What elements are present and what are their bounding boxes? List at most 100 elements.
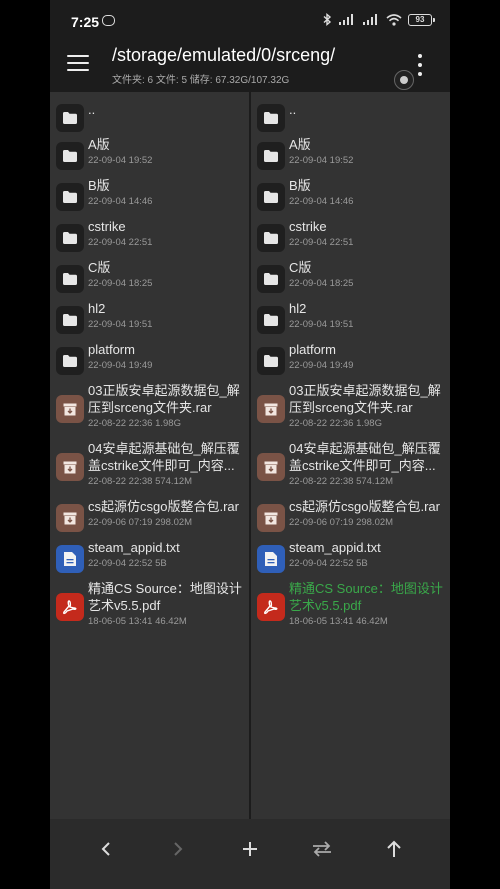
battery-level: 93 <box>415 15 425 24</box>
archive-icon <box>63 461 77 473</box>
folder-icon <box>264 112 278 124</box>
folder-row[interactable]: platform 22-09-04 19:49 <box>251 341 450 382</box>
file-name: hl2 <box>88 301 106 316</box>
pdf-icon-badge <box>56 593 84 621</box>
file-meta: 22-09-04 14:46 <box>88 196 153 207</box>
file-meta: 22-08-22 22:36 1.98G <box>88 418 181 429</box>
folder-icon-badge <box>257 265 285 293</box>
folder-row[interactable]: .. <box>251 98 450 136</box>
bluetooth-icon <box>323 13 332 26</box>
signal-hd-icon-2 <box>363 13 377 25</box>
folder-row[interactable]: cstrike 22-09-04 22:51 <box>251 218 450 259</box>
file-meta: 22-09-04 18:25 <box>88 278 153 289</box>
battery-icon: 93 <box>408 13 435 26</box>
file-meta: 18-06-05 13:41 46.42M <box>289 616 388 627</box>
folder-icon-badge <box>257 224 285 252</box>
folder-row[interactable]: C版 22-09-04 18:25 <box>50 259 249 300</box>
file-row[interactable]: 精通CS Source：地图设计艺术v5.5.pdf 18-06-05 13:41… <box>251 580 450 638</box>
folder-icon-badge <box>56 265 84 293</box>
file-meta: 22-09-04 19:51 <box>289 319 354 330</box>
file-name: B版 <box>289 178 311 193</box>
file-row[interactable]: cs起源仿csgo版整合包.rar 22-09-06 07:19 298.02M <box>50 498 249 539</box>
file-name: .. <box>88 102 96 117</box>
file-meta: 22-09-04 14:46 <box>289 196 354 207</box>
file-row[interactable]: cs起源仿csgo版整合包.rar 22-09-06 07:19 298.02M <box>251 498 450 539</box>
file-row[interactable]: 04安卓起源基础包_解压覆盖cstrike文件即可_内容... 22-08-22 … <box>251 440 450 498</box>
rar-icon-badge <box>257 504 285 532</box>
folder-icon-badge <box>56 142 84 170</box>
current-path: /storage/emulated/0/srceng/ <box>112 45 336 65</box>
left-file-pane[interactable]: .. A版 22-09-04 19:52 B版 22-09-04 14:46 cstrik… <box>50 92 251 819</box>
folder-icon-badge <box>56 306 84 334</box>
menu-button[interactable] <box>66 52 90 74</box>
file-name: B版 <box>88 178 110 193</box>
rar-icon-badge <box>257 453 285 481</box>
file-row[interactable]: 03正版安卓起源数据包_解压到srceng文件夹.rar 22-08-22 22:… <box>251 382 450 440</box>
file-name: 精通CS Source：地图设计艺术v5.5.pdf <box>88 581 242 613</box>
add-button[interactable] <box>230 829 270 869</box>
menu-icon-line <box>67 55 89 57</box>
text-file-icon <box>265 552 277 566</box>
txt-icon-badge <box>56 545 84 573</box>
swap-panes-button[interactable] <box>302 829 342 869</box>
folder-icon <box>63 273 77 285</box>
folder-row[interactable]: B版 22-09-04 14:46 <box>251 177 450 218</box>
file-name: 04安卓起源基础包_解压覆盖cstrike文件即可_内容... <box>88 441 240 473</box>
parent-dir-button[interactable] <box>374 829 414 869</box>
file-meta: 22-09-04 19:52 <box>88 155 153 166</box>
file-row[interactable]: 03正版安卓起源数据包_解压到srceng文件夹.rar 22-08-22 22:… <box>50 382 249 440</box>
folder-icon <box>264 273 278 285</box>
folder-row[interactable]: .. <box>50 98 249 136</box>
swap-icon <box>313 841 331 857</box>
file-meta: 22-09-04 19:49 <box>289 360 354 371</box>
more-options-button[interactable] <box>416 54 424 76</box>
folder-row[interactable]: hl2 22-09-04 19:51 <box>50 300 249 341</box>
folder-icon <box>63 191 77 203</box>
archive-icon <box>63 403 77 415</box>
folder-row[interactable]: C版 22-09-04 18:25 <box>251 259 450 300</box>
file-meta: 22-08-22 22:36 1.98G <box>289 418 382 429</box>
folder-row[interactable]: cstrike 22-09-04 22:51 <box>50 218 249 259</box>
back-button[interactable] <box>86 829 126 869</box>
pdf-icon <box>264 599 278 614</box>
file-name: cstrike <box>289 219 327 234</box>
folder-icon-badge <box>257 306 285 334</box>
file-row[interactable]: steam_appid.txt 22-09-04 22:52 5B <box>251 539 450 580</box>
text-file-icon <box>64 552 76 566</box>
file-row[interactable]: 精通CS Source：地图设计艺术v5.5.pdf 18-06-05 13:41… <box>50 580 249 638</box>
file-meta: 22-09-04 22:52 5B <box>88 558 167 569</box>
folder-row[interactable]: B版 22-09-04 14:46 <box>50 177 249 218</box>
folder-row[interactable]: A版 22-09-04 19:52 <box>50 136 249 177</box>
storage-info: 文件夹: 6 文件: 5 储存: 67.32G/107.32G <box>112 75 290 86</box>
file-meta: 22-09-04 19:51 <box>88 319 153 330</box>
file-name: cs起源仿csgo版整合包.rar <box>88 499 239 514</box>
folder-row[interactable]: platform 22-09-04 19:49 <box>50 341 249 382</box>
folder-icon-badge <box>56 104 84 132</box>
folder-icon <box>63 112 77 124</box>
file-name: A版 <box>289 137 311 152</box>
file-meta: 22-09-04 18:25 <box>289 278 354 289</box>
notification-app-icon <box>102 15 115 26</box>
file-name: .. <box>289 102 297 117</box>
folder-row[interactable]: hl2 22-09-04 19:51 <box>251 300 450 341</box>
menu-icon-line <box>67 62 89 64</box>
file-name: 03正版安卓起源数据包_解压到srceng文件夹.rar <box>289 383 441 415</box>
pdf-icon <box>63 599 77 614</box>
forward-button[interactable] <box>158 829 198 869</box>
file-row[interactable]: 04安卓起源基础包_解压覆盖cstrike文件即可_内容... 22-08-22 … <box>50 440 249 498</box>
archive-icon <box>264 403 278 415</box>
more-dot <box>418 63 422 67</box>
dual-pane-container: .. A版 22-09-04 19:52 B版 22-09-04 14:46 cstrik… <box>50 92 450 819</box>
file-name: platform <box>88 342 135 357</box>
file-meta: 22-08-22 22:38 574.12M <box>88 476 193 487</box>
folder-row[interactable]: A版 22-09-04 19:52 <box>251 136 450 177</box>
txt-icon-badge <box>257 545 285 573</box>
file-name: platform <box>289 342 336 357</box>
file-meta: 22-09-04 19:52 <box>289 155 354 166</box>
folder-icon <box>63 314 77 326</box>
file-row[interactable]: steam_appid.txt 22-09-04 22:52 5B <box>50 539 249 580</box>
folder-icon-badge <box>257 183 285 211</box>
floating-ball-icon[interactable] <box>394 70 414 90</box>
file-name: steam_appid.txt <box>88 540 180 555</box>
right-file-pane[interactable]: .. A版 22-09-04 19:52 B版 22-09-04 14:46 cstrik… <box>251 92 450 819</box>
